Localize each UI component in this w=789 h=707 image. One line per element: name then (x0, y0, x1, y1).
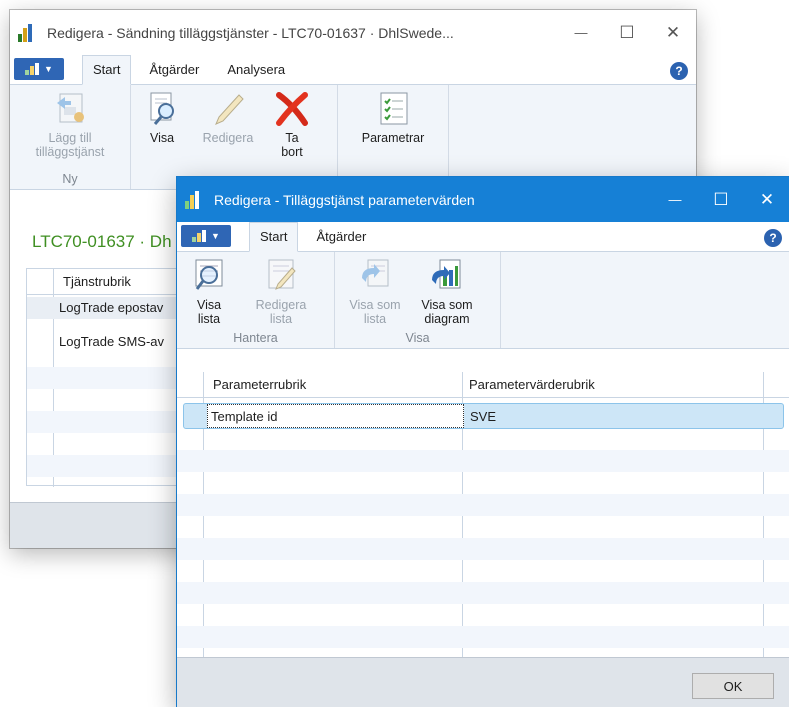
parameters-button[interactable]: Parametrar (350, 91, 436, 145)
app-menu-logo-icon (192, 230, 208, 242)
column-service-title[interactable]: Tjänstrubrik (63, 274, 131, 289)
maximize-button[interactable]: ☐ (604, 10, 650, 55)
front-ribbon: Visa lista Redigera lista Hantera Visa s… (177, 252, 789, 349)
application-menu-button[interactable]: ▼ (181, 225, 231, 247)
parameter-name: Template id (211, 409, 278, 424)
table-row-selected[interactable]: Template id SVE (183, 403, 784, 429)
tab-actions[interactable]: Åtgärder (139, 56, 209, 84)
close-button[interactable]: ✕ (744, 177, 789, 222)
view-button[interactable]: Visa (143, 91, 181, 145)
row-service-name: LogTrade SMS-av (59, 334, 165, 349)
maximize-button[interactable]: ☐ (698, 177, 744, 222)
pencil-icon (211, 91, 245, 127)
back-ribbon-tabs: ▼ Start Åtgärder Analysera ? (10, 55, 696, 85)
edit-button[interactable]: Redigera (197, 91, 259, 145)
edit-list-label: Redigera lista (255, 298, 307, 326)
front-window-title: Redigera - Tilläggstjänst parametervärde… (214, 191, 475, 208)
empty-row (177, 450, 789, 472)
minimize-button[interactable]: — (558, 10, 604, 55)
group-view-label: Visa (405, 331, 430, 345)
application-menu-button[interactable]: ▼ (14, 58, 64, 80)
add-service-label: Lägg till tilläggstjänst (35, 131, 105, 159)
front-footer: OK (177, 657, 789, 707)
edit-list-button[interactable]: Redigera lista (251, 258, 311, 326)
view-magnifier-icon (145, 91, 179, 127)
column-parameter-title[interactable]: Parameterrubrik (213, 377, 306, 392)
front-window[interactable]: Redigera - Tilläggstjänst parametervärde… (177, 177, 789, 707)
ribbon-group-view: Visa som lista Visa som diagram Visa (335, 252, 501, 348)
chevron-down-icon: ▼ (44, 64, 53, 74)
list-arrow-icon (358, 258, 392, 294)
list-magnifier-icon (192, 258, 226, 294)
empty-row (177, 626, 789, 648)
ribbon-group-new: Lägg till tilläggstjänst Ny (10, 85, 131, 189)
show-as-chart-label: Visa som diagram (421, 298, 473, 326)
empty-row (177, 494, 789, 516)
ribbon-group-parameters: Parametrar (338, 85, 449, 189)
row-service-name: LogTrade epostav (59, 300, 164, 315)
edit-label: Redigera (202, 131, 254, 145)
parameter-cell[interactable]: Template id (207, 404, 464, 428)
parameters-label: Parametrar (361, 131, 425, 145)
dynamics-logo-icon (185, 190, 207, 209)
delete-label: Ta bort (281, 131, 303, 159)
back-titlebar[interactable]: Redigera - Sändning tilläggstjänster - L… (10, 10, 696, 55)
back-window-title: Redigera - Sändning tilläggstjänster - L… (47, 24, 454, 41)
back-ribbon: Lägg till tilläggstjänst Ny Visa Rediger… (10, 85, 696, 190)
parameter-value: SVE (470, 409, 497, 424)
group-manage-label: Hantera (233, 331, 278, 345)
show-as-list-button[interactable]: Visa som lista (343, 258, 407, 326)
delete-button[interactable]: Ta bort (271, 91, 313, 159)
back-page-subtitle: LTC70-01637 · Dh (32, 232, 172, 251)
empty-row (177, 538, 789, 560)
app-menu-logo-icon (25, 63, 41, 75)
help-icon[interactable]: ? (670, 62, 688, 80)
parameter-grid: Parameterrubrik Parametervärderubrik Tem… (177, 372, 789, 657)
tab-start[interactable]: Start (249, 222, 299, 252)
chevron-down-icon: ▼ (211, 231, 220, 241)
tab-analyze[interactable]: Analysera (217, 56, 295, 84)
help-icon[interactable]: ? (764, 229, 782, 247)
add-service-button[interactable]: Lägg till tilläggstjänst (20, 91, 120, 159)
front-titlebar[interactable]: Redigera - Tilläggstjänst parametervärde… (177, 177, 789, 222)
show-as-list-label: Visa som lista (349, 298, 401, 326)
ribbon-group-manage: Visa Redigera Ta bort (131, 85, 338, 189)
front-ribbon-tabs: ▼ Start Åtgärder ? (177, 222, 789, 252)
show-as-chart-button[interactable]: Visa som diagram (413, 258, 481, 326)
show-list-label: Visa lista (196, 298, 222, 326)
group-new-label: Ny (62, 172, 78, 186)
delete-x-icon (275, 91, 309, 127)
tab-start[interactable]: Start (82, 55, 132, 85)
checklist-icon (376, 91, 410, 127)
minimize-button[interactable]: — (652, 177, 698, 222)
view-label: Visa (149, 131, 175, 145)
empty-row (177, 582, 789, 604)
tab-actions[interactable]: Åtgärder (306, 223, 376, 251)
dynamics-logo-icon (18, 23, 40, 42)
ok-button[interactable]: OK (692, 673, 774, 699)
edit-list-icon (264, 258, 298, 294)
parameter-grid-header: Parameterrubrik Parametervärderubrik (177, 372, 789, 398)
ribbon-group-manage: Visa lista Redigera lista Hantera (177, 252, 335, 348)
close-button[interactable]: ✕ (650, 10, 696, 55)
add-document-icon (53, 91, 87, 127)
chart-arrow-icon (430, 258, 464, 294)
column-parameter-value-title[interactable]: Parametervärderubrik (469, 377, 595, 392)
show-list-button[interactable]: Visa lista (187, 258, 231, 326)
